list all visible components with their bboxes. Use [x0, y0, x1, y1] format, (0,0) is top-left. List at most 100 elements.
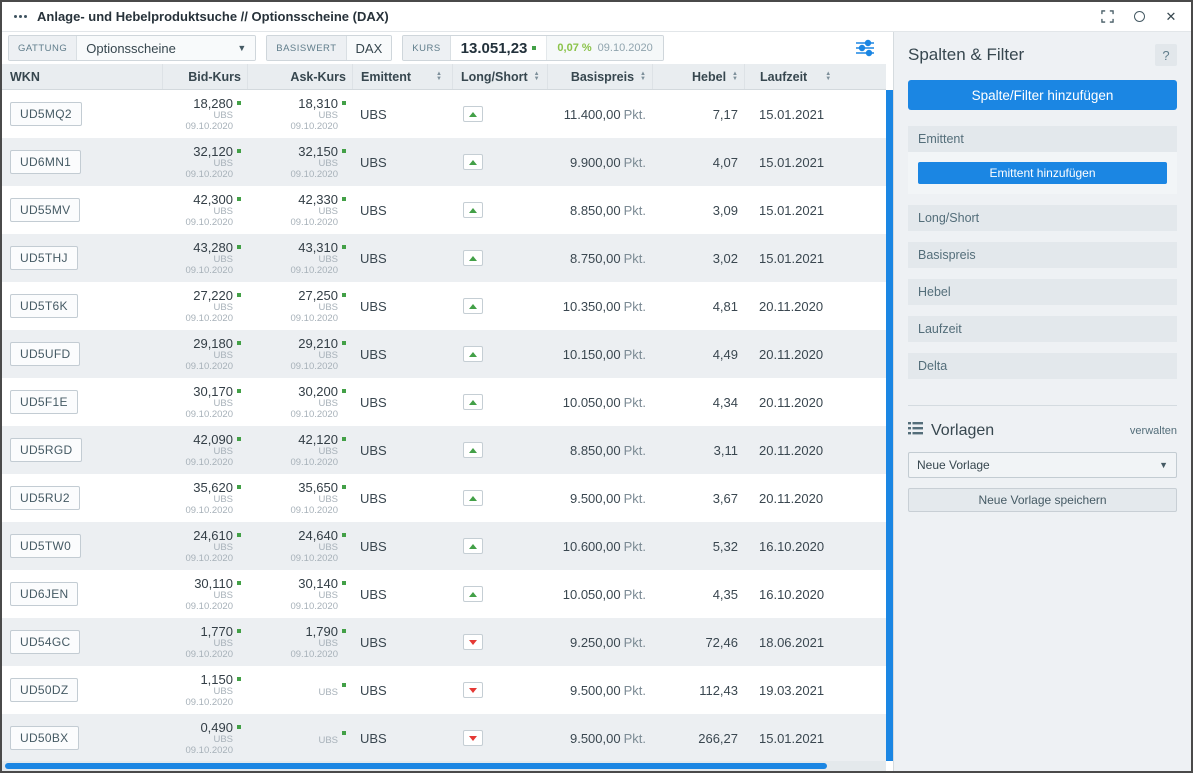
wkn-label[interactable]: UD55MV [10, 198, 81, 222]
basispreis-cell: 8.750,00 Pkt. [547, 251, 652, 266]
wkn-label[interactable]: UD5UFD [10, 342, 81, 366]
bid-date: 09.10.2020 [185, 408, 233, 420]
quote-dot-icon [237, 149, 241, 153]
vertical-scrollbar-thumb[interactable] [886, 90, 893, 761]
horizontal-scrollbar-thumb[interactable] [5, 763, 828, 769]
column-header-long-short[interactable]: Long/Short ▲ ▼ [452, 64, 547, 89]
column-header-bid-kurs: Bid-Kurs [162, 64, 247, 89]
filter-item-delta[interactable]: Delta [908, 353, 1177, 379]
direction-indicator [463, 682, 483, 698]
wkn-label[interactable]: UD5MQ2 [10, 102, 82, 126]
basispreis-unit: Pkt. [623, 442, 646, 458]
ask-source: UBS [318, 541, 338, 553]
bid-price: 18,280 [193, 95, 233, 111]
basispreis-cell: 9.500,00 Pkt. [547, 491, 652, 506]
wkn-label[interactable]: UD5RU2 [10, 486, 80, 510]
direction-cell [452, 442, 547, 458]
ask-source: UBS [318, 686, 338, 698]
close-icon[interactable]: ✕ [1163, 9, 1179, 25]
filter-item-hebel[interactable]: Hebel [908, 279, 1177, 305]
ask-price: 29,210 [298, 335, 338, 351]
wkn-label[interactable]: UD5F1E [10, 390, 78, 414]
wkn-label[interactable]: UD5T6K [10, 294, 78, 318]
table-row[interactable]: UD5F1E 30,170 UBS 09.10.2020 30,200 UBS … [2, 378, 886, 426]
table-row[interactable]: UD6MN1 32,120 UBS 09.10.2020 32,150 UBS … [2, 138, 886, 186]
table-row[interactable]: UD50BX 0,490 UBS 09.10.2020 UBS UBS 9.50… [2, 714, 886, 761]
wkn-label[interactable]: UD5TW0 [10, 534, 82, 558]
add-column-filter-button[interactable]: Spalte/Filter hinzufügen [908, 80, 1177, 110]
basiswert-control: BASISWERT DAX [266, 35, 393, 61]
ask-price: 30,140 [298, 575, 338, 591]
direction-arrow-icon [469, 399, 477, 405]
wkn-label[interactable]: UD6MN1 [10, 150, 82, 174]
direction-cell [452, 346, 547, 362]
table-row[interactable]: UD55MV 42,300 UBS 09.10.2020 42,330 UBS … [2, 186, 886, 234]
help-button[interactable]: ? [1155, 44, 1177, 66]
sort-icon[interactable]: ▲ ▼ [436, 71, 442, 82]
direction-cell [452, 202, 547, 218]
basispreis-value: 9.500,00 [569, 682, 621, 698]
circle-icon[interactable] [1131, 9, 1147, 25]
wkn-label[interactable]: UD54GC [10, 630, 81, 654]
ask-cell: 24,640 UBS 09.10.2020 [247, 529, 352, 564]
column-header-laufzeit[interactable]: Laufzeit ▲ ▼ [744, 64, 886, 89]
table-row[interactable]: UD5MQ2 18,280 UBS 09.10.2020 18,310 UBS … [2, 90, 886, 138]
table-row[interactable]: UD5TW0 24,610 UBS 09.10.2020 24,640 UBS … [2, 522, 886, 570]
table-row[interactable]: UD54GC 1,770 UBS 09.10.2020 1,790 UBS 09… [2, 618, 886, 666]
emittent-cell: UBS [360, 586, 387, 602]
wkn-label[interactable]: UD50DZ [10, 678, 79, 702]
column-header-basispreis[interactable]: Basispreis ▲ ▼ [547, 64, 652, 89]
ask-price: 30,200 [298, 383, 338, 399]
sort-icon[interactable]: ▲ ▼ [732, 71, 738, 82]
bid-cell: 30,170 UBS 09.10.2020 [162, 385, 247, 420]
table-row[interactable]: UD5T6K 27,220 UBS 09.10.2020 27,250 UBS … [2, 282, 886, 330]
table-row[interactable]: UD6JEN 30,110 UBS 09.10.2020 30,140 UBS … [2, 570, 886, 618]
filter-item-long-short[interactable]: Long/Short [908, 205, 1177, 231]
chevron-down-icon: ▼ [237, 43, 247, 53]
filter-item-laufzeit[interactable]: Laufzeit [908, 316, 1177, 342]
basispreis-cell: 10.050,00 Pkt. [547, 395, 652, 410]
fullscreen-icon[interactable] [1099, 9, 1115, 25]
quote-dot-icon [237, 581, 241, 585]
table-row[interactable]: UD50DZ 1,150 UBS 09.10.2020 UBS UBS 9.50… [2, 666, 886, 714]
horizontal-scrollbar[interactable] [2, 761, 886, 771]
quote-dot-icon [342, 730, 346, 735]
ask-date: 09.10.2020 [290, 600, 338, 612]
basiswert-value[interactable]: DAX [346, 36, 392, 60]
filter-item-basispreis[interactable]: Basispreis [908, 242, 1177, 268]
wkn-label[interactable]: UD5RGD [10, 438, 83, 462]
wkn-cell: UD50BX [2, 726, 162, 750]
quote-dot-icon [237, 197, 241, 201]
add-emittent-button[interactable]: Emittent hinzufügen [918, 162, 1167, 184]
gattung-select[interactable]: Optionsscheine ▼ [77, 36, 256, 60]
column-header-hebel[interactable]: Hebel ▲ ▼ [652, 64, 744, 89]
hebel-cell: 5,32 [712, 538, 738, 554]
ask-date: 09.10.2020 [290, 360, 338, 372]
ask-source: UBS [318, 157, 338, 169]
window-menu-button[interactable] [14, 15, 27, 18]
basispreis-value: 10.050,00 [562, 586, 621, 602]
vorlagen-manage-link[interactable]: verwalten [1130, 425, 1177, 437]
table-row[interactable]: UD5UFD 29,180 UBS 09.10.2020 29,210 UBS … [2, 330, 886, 378]
ask-date: 09.10.2020 [290, 120, 338, 132]
column-header-emittent[interactable]: Emittent ▲ ▼ [352, 64, 452, 89]
wkn-label[interactable]: UD50BX [10, 726, 79, 750]
wkn-label[interactable]: UD5THJ [10, 246, 78, 270]
sort-icon[interactable]: ▲ ▼ [640, 71, 646, 82]
table-row[interactable]: UD5RU2 35,620 UBS 09.10.2020 35,650 UBS … [2, 474, 886, 522]
table-row[interactable]: UD5RGD 42,090 UBS 09.10.2020 42,120 UBS … [2, 426, 886, 474]
sort-icon[interactable]: ▲ ▼ [825, 71, 831, 82]
wkn-cell: UD5TW0 [2, 534, 162, 558]
column-settings-button[interactable] [852, 35, 878, 61]
window-title: Anlage- und Hebelproduktsuche // Options… [37, 9, 389, 24]
gattung-label: GATTUNG [9, 36, 78, 60]
sort-icon[interactable]: ▲ ▼ [534, 71, 540, 82]
bid-price: 42,090 [193, 431, 233, 447]
table-row[interactable]: UD5THJ 43,280 UBS 09.10.2020 43,310 UBS … [2, 234, 886, 282]
vertical-scrollbar[interactable] [886, 90, 893, 761]
filter-item-emittent[interactable]: Emittent [908, 126, 1177, 152]
vorlage-select[interactable]: Neue Vorlage ▼ [908, 452, 1177, 478]
save-vorlage-button[interactable]: Neue Vorlage speichern [908, 488, 1177, 512]
kurs-label: KURS [403, 36, 451, 60]
wkn-label[interactable]: UD6JEN [10, 582, 79, 606]
